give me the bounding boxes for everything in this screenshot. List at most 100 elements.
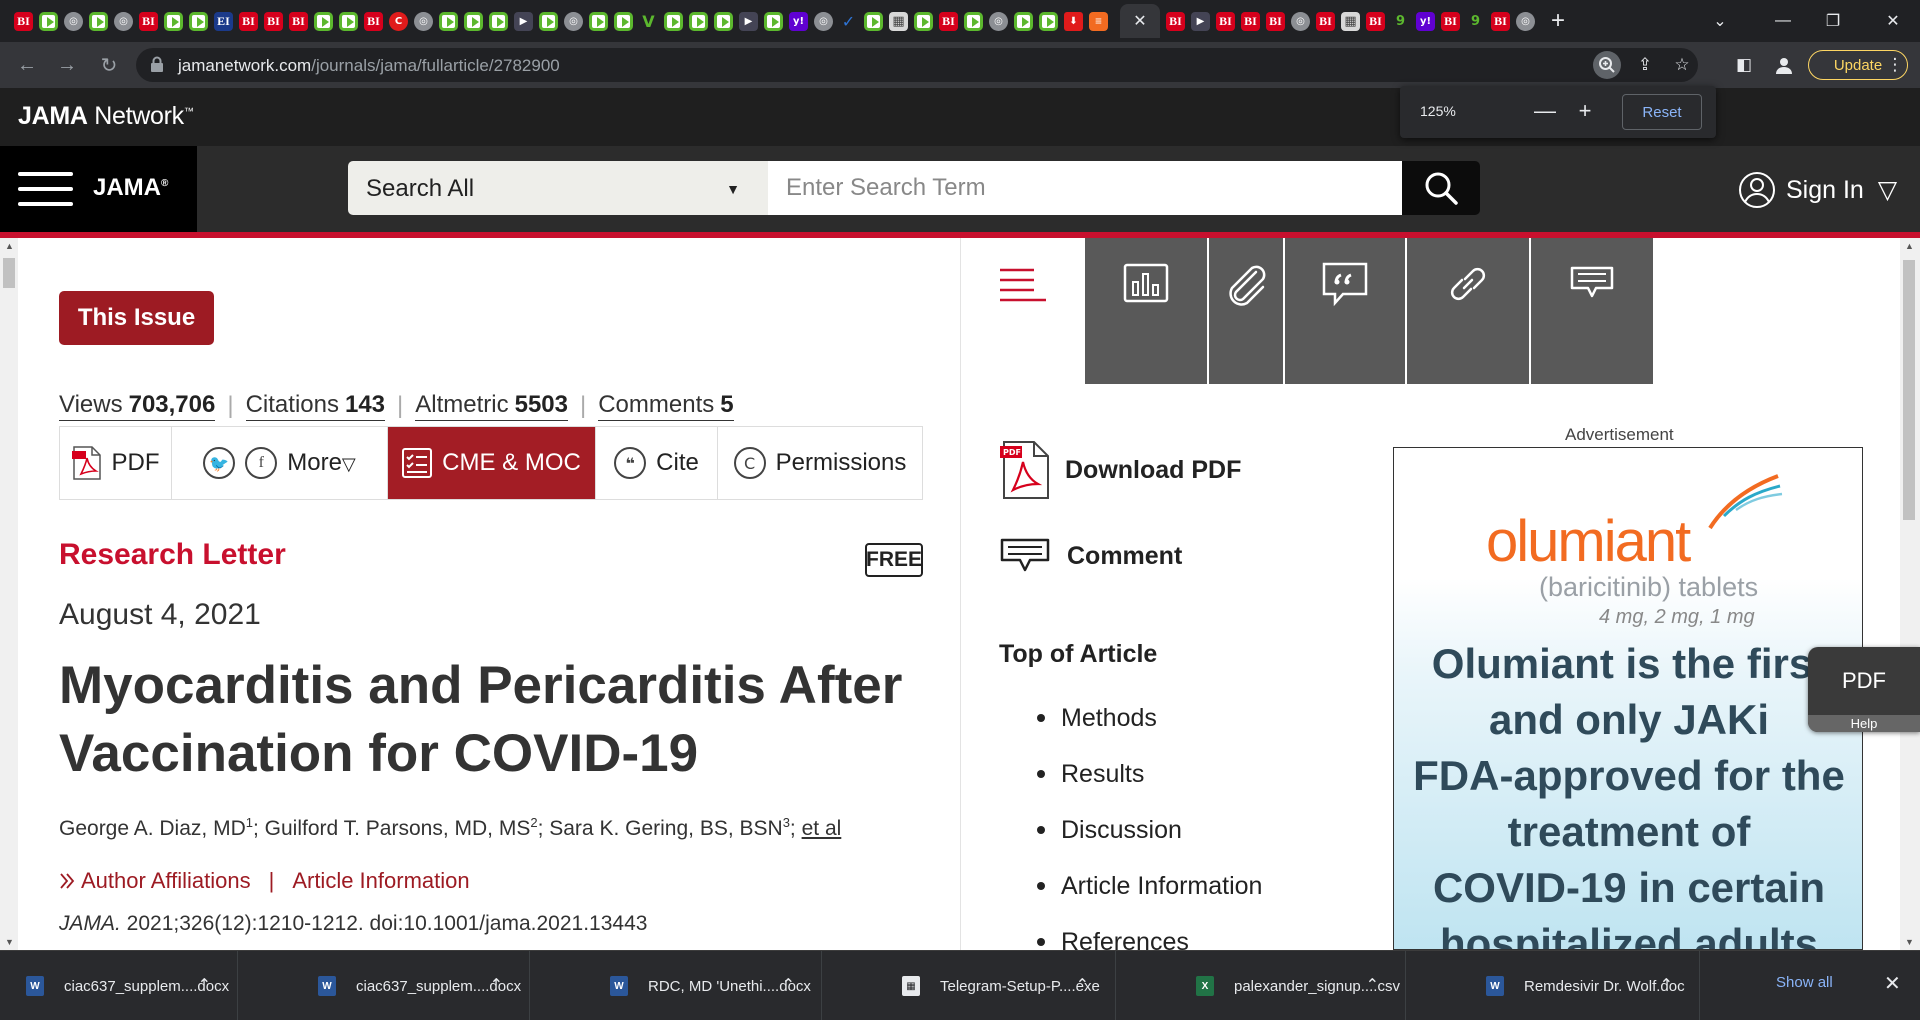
- help-link[interactable]: Help: [1808, 715, 1920, 732]
- bi-favicon-icon[interactable]: BI: [1241, 11, 1260, 31]
- tab-outline[interactable]: [961, 238, 1085, 384]
- globe-favicon-icon[interactable]: ◎: [814, 11, 833, 31]
- bi-favicon-icon[interactable]: BI: [939, 11, 958, 31]
- tab-citations[interactable]: [1285, 238, 1407, 384]
- metric-comments[interactable]: Comments 5: [598, 391, 734, 421]
- play-favicon-icon[interactable]: [339, 11, 358, 31]
- download-item[interactable]: W RDC, MD 'Unethi....docx ⌃: [584, 951, 822, 1020]
- globe-favicon-icon[interactable]: ◎: [1516, 11, 1535, 31]
- yahoo-favicon-icon[interactable]: y!: [1416, 11, 1435, 31]
- bi-favicon-icon[interactable]: BI: [1366, 11, 1385, 31]
- play-favicon-icon[interactable]: [664, 11, 683, 31]
- play-favicon-icon[interactable]: [1039, 11, 1058, 31]
- outline-item-article-information[interactable]: Article Information: [999, 858, 1262, 914]
- tab-figures[interactable]: [1085, 238, 1209, 384]
- globe-favicon-icon[interactable]: ◎: [564, 11, 583, 31]
- search-button[interactable]: [1402, 161, 1480, 215]
- chevron-up-icon[interactable]: ⌃: [1660, 975, 1673, 995]
- bi-favicon-icon[interactable]: BI: [1216, 11, 1235, 31]
- floating-pdf-button[interactable]: PDF Help: [1808, 647, 1920, 732]
- tab-search-icon[interactable]: ⌄: [1697, 0, 1743, 42]
- minimize-icon[interactable]: —: [1760, 0, 1806, 42]
- permissions-button[interactable]: C Permissions: [718, 427, 922, 499]
- dark-favicon-icon[interactable]: ▶: [739, 11, 758, 31]
- play-favicon-icon[interactable]: [539, 11, 558, 31]
- zoom-reset-button[interactable]: Reset: [1622, 94, 1702, 130]
- new-tab-button[interactable]: +: [1551, 7, 1565, 35]
- this-issue-button[interactable]: This Issue: [59, 291, 214, 345]
- check-favicon-icon[interactable]: ✓: [839, 12, 858, 31]
- author[interactable]: Guilford T. Parsons, MD, MS: [265, 817, 531, 840]
- address-bar[interactable]: jamanetwork.com/journals/jama/fullarticl…: [136, 48, 1698, 82]
- download-item[interactable]: Wciac637_supplem....docx ⌃: [0, 951, 238, 1020]
- bi-favicon-icon[interactable]: BI: [1266, 11, 1285, 31]
- bars-favicon-icon[interactable]: ≡: [1089, 11, 1108, 31]
- green-favicon-icon[interactable]: 9: [1391, 12, 1410, 31]
- chevron-up-icon[interactable]: ⌃: [198, 975, 211, 995]
- bi-favicon-icon[interactable]: BI: [289, 11, 308, 31]
- back-icon[interactable]: ←: [12, 50, 42, 80]
- bi-favicon-icon[interactable]: BI: [364, 11, 383, 31]
- comment-link[interactable]: Comment: [999, 536, 1182, 576]
- zoom-in-button[interactable]: +: [1570, 96, 1600, 126]
- search-scope-select[interactable]: Search All ▼: [348, 161, 768, 215]
- bi-favicon-icon[interactable]: BI: [139, 11, 158, 31]
- hamburger-menu-icon[interactable]: [18, 172, 73, 206]
- cme-moc-button[interactable]: CME & MOC: [388, 427, 596, 499]
- ei-favicon-icon[interactable]: EI: [214, 11, 233, 31]
- outline-item-methods[interactable]: Methods: [999, 690, 1262, 746]
- author[interactable]: George A. Diaz, MD: [59, 817, 246, 840]
- close-shelf-icon[interactable]: ✕: [1884, 971, 1901, 996]
- play-favicon-icon[interactable]: [489, 11, 508, 31]
- chevron-up-icon[interactable]: ⌃: [490, 975, 503, 995]
- v-favicon-icon[interactable]: V: [639, 12, 658, 31]
- top-of-article-link[interactable]: Top of Article: [999, 640, 1157, 669]
- play-favicon-icon[interactable]: [189, 11, 208, 31]
- tab-related[interactable]: [1407, 238, 1531, 384]
- pin-favicon-icon[interactable]: ⬇: [1064, 11, 1083, 31]
- facebook-icon[interactable]: f: [245, 447, 278, 479]
- cite-button[interactable]: ❝ Cite: [596, 427, 718, 499]
- zoom-icon[interactable]: [1593, 51, 1621, 79]
- bi-favicon-icon[interactable]: BI: [1316, 11, 1335, 31]
- play-favicon-icon[interactable]: [914, 11, 933, 31]
- zoom-out-button[interactable]: —: [1530, 96, 1560, 126]
- play-favicon-icon[interactable]: [714, 11, 733, 31]
- sign-in-button[interactable]: Sign In ▽: [1738, 171, 1897, 209]
- reload-icon[interactable]: ↻: [94, 50, 124, 80]
- bi-favicon-icon[interactable]: BI: [239, 11, 258, 31]
- grid-favicon-icon[interactable]: ▦: [889, 11, 908, 31]
- twitter-icon[interactable]: 🐦: [203, 447, 236, 479]
- play-favicon-icon[interactable]: [39, 11, 58, 31]
- yahoo-favicon-icon[interactable]: y!: [789, 11, 808, 31]
- profile-icon[interactable]: [1771, 52, 1797, 78]
- play-favicon-icon[interactable]: [589, 11, 608, 31]
- download-item[interactable]: Wciac637_supplem....docx ⌃: [292, 951, 530, 1020]
- chevron-up-icon[interactable]: ⌃: [1076, 975, 1089, 995]
- download-pdf-link[interactable]: PDF Download PDF: [999, 440, 1241, 500]
- right-scrollbar[interactable]: ▲ ▼: [1900, 238, 1920, 950]
- author-affiliations-link[interactable]: Author Affiliations: [81, 868, 251, 894]
- tab-supplements[interactable]: [1209, 238, 1285, 384]
- bookmark-star-icon[interactable]: ☆: [1668, 51, 1696, 79]
- play-favicon-icon[interactable]: [689, 11, 708, 31]
- play-favicon-icon[interactable]: [764, 11, 783, 31]
- window-close-icon[interactable]: ✕: [1870, 0, 1916, 42]
- metric-views[interactable]: Views 703,706: [59, 391, 216, 421]
- advertisement[interactable]: olumiant (baricitinib) tablets 4 mg, 2 m…: [1393, 447, 1863, 950]
- red-favicon-icon[interactable]: C: [389, 11, 408, 31]
- bi-favicon-icon[interactable]: BI: [1491, 11, 1510, 31]
- active-tab-close-icon[interactable]: ✕: [1120, 4, 1160, 38]
- download-item[interactable]: Xpalexander_signup....csv ⌃: [1170, 951, 1406, 1020]
- dark-favicon-icon[interactable]: ▶: [514, 11, 533, 31]
- play-favicon-icon[interactable]: [614, 11, 633, 31]
- download-item[interactable]: ▦ Telegram-Setup-P....exe ⌃: [876, 951, 1116, 1020]
- outline-item-discussion[interactable]: Discussion: [999, 802, 1262, 858]
- play-favicon-icon[interactable]: [864, 11, 883, 31]
- play-favicon-icon[interactable]: [464, 11, 483, 31]
- article-information-link[interactable]: Article Information: [292, 868, 469, 894]
- forward-icon[interactable]: →: [52, 50, 82, 80]
- search-input[interactable]: [768, 161, 1402, 215]
- outline-item-results[interactable]: Results: [999, 746, 1262, 802]
- more-button[interactable]: More▽: [287, 449, 356, 477]
